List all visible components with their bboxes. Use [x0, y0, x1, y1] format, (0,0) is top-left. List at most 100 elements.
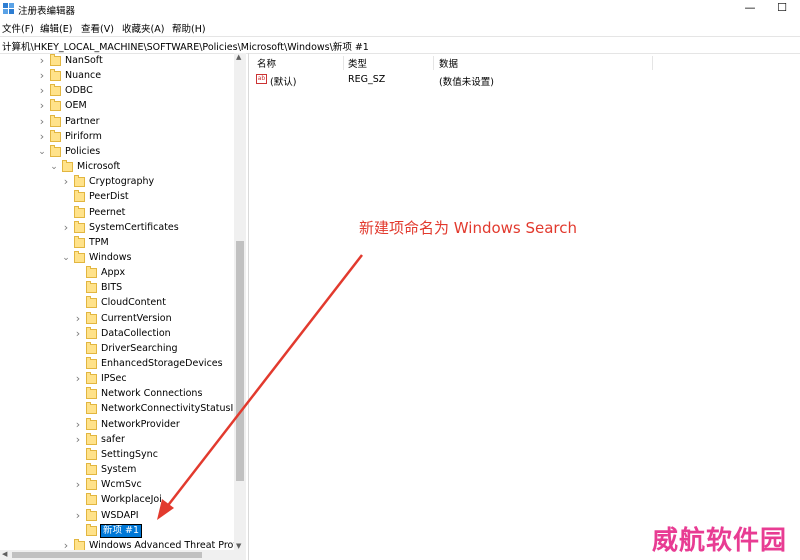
tree-item[interactable]: ⌄ Policies — [0, 144, 234, 160]
regedit-app-icon — [3, 3, 14, 14]
menu-view[interactable]: 查看(V) — [81, 21, 114, 35]
tree-item-label: CurrentVersion — [101, 312, 172, 324]
registry-key-tree[interactable]: › NanSoft › Nuance › ODBC › OEM › Partner › Pirifor… — [0, 53, 234, 550]
value-name: (默认) — [270, 77, 297, 88]
chevron-right-icon[interactable]: › — [38, 70, 46, 81]
column-header-data[interactable]: 数据 — [439, 56, 458, 70]
tree-item-label: Windows — [89, 251, 132, 263]
value-row[interactable]: ab (默认) REG_SZ (数值未设置) — [256, 73, 656, 88]
tree-item[interactable]: 新项 #1 — [0, 523, 234, 539]
tree-item[interactable]: System — [0, 463, 234, 478]
tree-item[interactable]: BITS — [0, 281, 234, 296]
tree-scroll-thumb[interactable] — [236, 241, 244, 481]
chevron-right-icon[interactable]: › — [38, 100, 46, 111]
window-title: 注册表编辑器 — [18, 6, 76, 17]
tree-item[interactable]: CloudContent — [0, 296, 234, 311]
chevron-down-icon[interactable]: ⌄ — [38, 147, 46, 157]
tree-item[interactable]: › Partner — [0, 114, 234, 130]
chevron-right-icon[interactable]: › — [62, 540, 70, 550]
scroll-down-arrow-icon[interactable]: ▼ — [236, 542, 241, 550]
tree-item[interactable]: Appx — [0, 266, 234, 281]
tree-item[interactable]: NetworkConnectivityStatusIndi — [0, 402, 234, 417]
tree-item[interactable]: ⌄ Microsoft — [0, 160, 234, 175]
tree-item[interactable]: › NetworkProvider — [0, 417, 234, 433]
tree-item[interactable]: › WSDAPI — [0, 508, 234, 524]
tree-item[interactable]: › WcmSvc — [0, 478, 234, 493]
tree-hscroll-thumb[interactable] — [12, 552, 202, 558]
tree-item[interactable]: TPM — [0, 235, 234, 251]
tree-item[interactable]: › IPSec — [0, 372, 234, 387]
chevron-right-icon[interactable]: › — [74, 328, 82, 339]
scroll-up-arrow-icon[interactable]: ▲ — [236, 53, 241, 61]
folder-icon — [86, 402, 97, 415]
tree-item[interactable]: EnhancedStorageDevices — [0, 357, 234, 372]
tree-item[interactable]: WorkplaceJoi — [0, 493, 234, 508]
menu-file[interactable]: 文件(F) — [2, 21, 34, 35]
tree-item[interactable]: SettingSync — [0, 447, 234, 463]
chevron-right-icon[interactable]: › — [38, 116, 46, 127]
chevron-right-icon[interactable]: › — [38, 55, 46, 66]
maximize-button[interactable]: ☐ — [767, 0, 797, 18]
tree-horizontal-scrollbar[interactable]: ◀ — [0, 550, 246, 560]
tree-item-label: NetworkProvider — [101, 418, 180, 430]
chevron-right-icon[interactable]: › — [38, 85, 46, 96]
chevron-right-icon[interactable]: › — [74, 313, 82, 324]
tree-item-rename-field[interactable]: 新项 #1 — [99, 523, 143, 538]
tree-item[interactable]: › Piriform — [0, 129, 234, 145]
minimize-button[interactable]: — — [735, 0, 765, 18]
tree-vertical-scrollbar[interactable]: ▲ ▼ — [234, 53, 246, 550]
address-bar[interactable]: 计算机\HKEY_LOCAL_MACHINE\SOFTWARE\Policies… — [0, 36, 800, 54]
folder-icon — [86, 493, 97, 506]
chevron-right-icon[interactable]: › — [38, 131, 46, 142]
chevron-right-icon[interactable]: › — [74, 434, 82, 445]
menu-edit[interactable]: 编辑(E) — [40, 21, 72, 35]
tree-item[interactable]: › ODBC — [0, 84, 234, 99]
tree-item[interactable]: › SystemCertificates — [0, 220, 234, 236]
tree-item-label: Piriform — [65, 130, 102, 142]
tree-item[interactable]: PeerDist — [0, 190, 234, 205]
tree-item[interactable]: › DataCollection — [0, 326, 234, 342]
folder-icon — [86, 387, 97, 400]
tree-item[interactable]: › OEM — [0, 99, 234, 114]
address-path[interactable]: 计算机\HKEY_LOCAL_MACHINE\SOFTWARE\Policies… — [2, 39, 369, 53]
tree-item[interactable]: › CurrentVersion — [0, 311, 234, 327]
folder-icon — [86, 478, 97, 491]
tree-item[interactable]: DriverSearching — [0, 341, 234, 357]
chevron-down-icon[interactable]: ⌄ — [62, 253, 70, 263]
chevron-right-icon[interactable]: › — [74, 510, 82, 521]
chevron-right-icon[interactable]: › — [62, 176, 70, 187]
column-separator[interactable] — [433, 56, 434, 70]
menu-help[interactable]: 帮助(H) — [172, 21, 206, 35]
chevron-right-icon[interactable]: › — [74, 419, 82, 430]
string-value-icon: ab — [256, 74, 267, 84]
tree-item-label: PeerDist — [89, 191, 129, 203]
tree-item-label: Microsoft — [77, 161, 121, 173]
menu-favorites[interactable]: 收藏夹(A) — [122, 21, 164, 35]
column-header-name[interactable]: 名称 — [257, 56, 276, 70]
tree-item[interactable]: › Cryptography — [0, 175, 234, 190]
folder-icon — [86, 432, 97, 445]
folder-icon — [86, 311, 97, 324]
tree-item[interactable]: › safer — [0, 432, 234, 448]
chevron-right-icon[interactable]: › — [62, 222, 70, 233]
tree-item[interactable]: › NanSoft — [0, 54, 234, 69]
tree-item-label: safer — [101, 433, 125, 445]
tree-item[interactable]: › Nuance — [0, 69, 234, 84]
folder-icon — [62, 160, 73, 173]
column-header-type[interactable]: 类型 — [348, 56, 367, 70]
tree-item-label: Windows Advanced Threat Prote — [89, 539, 234, 550]
column-separator[interactable] — [343, 56, 344, 70]
tree-item-label: Partner — [65, 115, 100, 127]
chevron-right-icon[interactable]: › — [74, 479, 82, 490]
tree-item-label: EnhancedStorageDevices — [101, 358, 223, 369]
tree-item[interactable]: › Windows Advanced Threat Prote — [0, 538, 234, 550]
chevron-right-icon[interactable]: › — [74, 373, 82, 384]
folder-icon — [86, 266, 97, 279]
column-separator[interactable] — [652, 56, 653, 70]
chevron-down-icon[interactable]: ⌄ — [50, 162, 58, 172]
pane-splitter[interactable] — [248, 53, 249, 560]
scroll-left-arrow-icon[interactable]: ◀ — [2, 550, 7, 558]
tree-item[interactable]: ⌄ Windows — [0, 250, 234, 266]
tree-item[interactable]: Network Connections — [0, 387, 234, 402]
tree-item[interactable]: Peernet — [0, 205, 234, 221]
